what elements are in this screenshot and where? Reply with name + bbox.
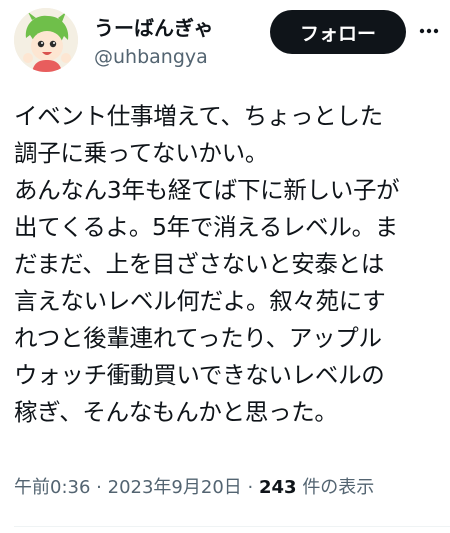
tweet-date[interactable]: 2023年9月20日 bbox=[108, 477, 242, 498]
meta-separator: · bbox=[247, 477, 254, 498]
tweet-time[interactable]: 午前0:36 bbox=[14, 477, 90, 498]
tweet-meta: 午前0:36 · 2023年9月20日 · 243 件の表示 bbox=[14, 473, 374, 499]
tweet-header: うーばんぎゃ @uhbangya フォロー bbox=[14, 6, 442, 76]
avatar-cartoon-character-icon bbox=[14, 8, 78, 72]
views-label[interactable]: 件の表示 bbox=[302, 477, 374, 498]
more-horizontal-icon[interactable] bbox=[418, 20, 440, 42]
display-name[interactable]: うーばんぎゃ bbox=[94, 12, 214, 41]
user-handle[interactable]: @uhbangya bbox=[94, 46, 208, 68]
tweet-text: イベント仕事増えて、ちょっとした 調子に乗ってないかい。 あんなん3年も経てば下… bbox=[14, 102, 400, 426]
meta-separator: · bbox=[96, 477, 102, 498]
divider bbox=[14, 526, 450, 527]
views-count[interactable]: 243 bbox=[259, 477, 297, 498]
follow-button[interactable]: フォロー bbox=[270, 10, 406, 54]
avatar[interactable] bbox=[14, 8, 78, 72]
